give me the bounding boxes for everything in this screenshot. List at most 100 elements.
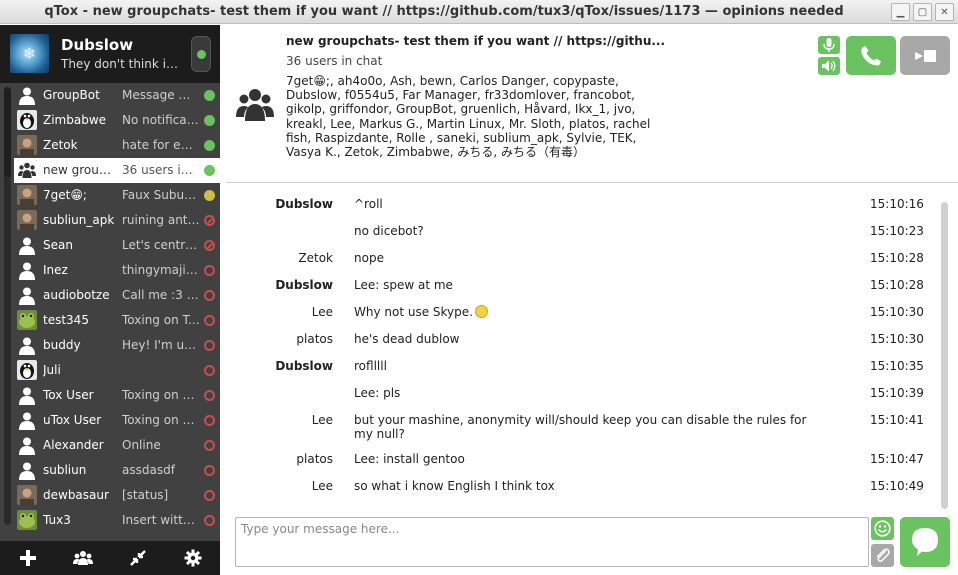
status-offline-icon xyxy=(204,340,215,351)
message-timestamp: 15:10:30 xyxy=(870,305,924,319)
message-text-content: Lee: install gentoo xyxy=(354,452,465,466)
settings-button[interactable] xyxy=(178,543,208,573)
contact-item[interactable]: buddy Hey! I'm using Tox xyxy=(14,333,220,358)
add-friend-button[interactable] xyxy=(13,543,43,573)
message-text-content: ^roll xyxy=(354,197,383,211)
contact-item[interactable]: Tox User Toxing on uTox xyxy=(14,383,220,408)
status-online-icon xyxy=(204,165,215,176)
contact-status-message: thingymajigger xyxy=(122,263,200,277)
file-transfers-button[interactable] xyxy=(123,543,153,573)
message-timestamp: 15:10:35 xyxy=(870,359,924,373)
group-icon xyxy=(72,551,93,565)
contact-name: Tox User xyxy=(43,388,94,402)
contact-item[interactable]: Zimbabwe No notifications xyxy=(14,108,220,133)
plus-icon xyxy=(19,550,36,566)
contact-list: GroupBot Message me for invites Zimbabwe No… xyxy=(14,83,220,533)
sidebar-toolbar xyxy=(0,541,220,575)
smiley-icon xyxy=(874,520,891,537)
microphone-button[interactable] xyxy=(818,36,840,54)
contact-status-message: 36 users in chat xyxy=(122,163,200,177)
snowflake-icon: ❄ xyxy=(22,44,37,63)
status-button[interactable] xyxy=(191,36,211,72)
message-author[interactable]: Dubslow xyxy=(275,359,333,373)
status-offline-icon xyxy=(204,265,215,276)
message-timestamp: 15:10:16 xyxy=(870,197,924,211)
contact-status-message: [status] xyxy=(122,488,169,502)
contact-status-message: assdasdf xyxy=(122,463,175,477)
message-author[interactable]: platos xyxy=(296,332,333,346)
contact-item[interactable]: subliun assdasdf xyxy=(14,458,220,483)
message-author[interactable]: Lee xyxy=(312,413,333,427)
message-input[interactable] xyxy=(235,517,869,567)
tux-avatar xyxy=(17,360,37,380)
message-text: Lee: install gentoo xyxy=(354,446,820,471)
message-text-content: roflllll xyxy=(354,359,387,373)
contact-item[interactable]: Zetok hate for email xyxy=(14,133,220,158)
message-author[interactable]: platos xyxy=(296,452,333,466)
message-text-content: he's dead dublow xyxy=(354,332,460,346)
contact-item[interactable]: audiobotze Call me :3 - info xyxy=(14,283,220,308)
message-author[interactable]: Zetok xyxy=(298,251,333,265)
contact-item[interactable]: Juli xyxy=(14,358,220,383)
contact-status-message: Toxing on uTox xyxy=(122,388,200,402)
contact-name: audiobotze xyxy=(43,288,110,302)
minimize-button[interactable]: ▁ xyxy=(891,3,910,21)
profile-name[interactable]: Dubslow xyxy=(61,36,133,54)
profile-status-message[interactable]: They don't think it be like it is, but i… xyxy=(61,57,181,71)
contact-list-scrollbar-thumb[interactable] xyxy=(4,87,11,177)
message-author[interactable]: Lee xyxy=(312,305,333,319)
contact-item[interactable]: Tux3 Insert witty status xyxy=(14,508,220,533)
photo-avatar xyxy=(17,185,37,205)
message-author[interactable]: Dubslow xyxy=(275,197,333,211)
message-row: platos he's dead dublow 15:10:30 xyxy=(220,326,940,353)
status-online-icon xyxy=(204,115,215,126)
profile-avatar[interactable]: ❄ xyxy=(10,34,49,73)
person-icon xyxy=(17,385,37,405)
message-scrollbar-thumb[interactable] xyxy=(941,202,948,509)
contact-name: dewbasaur xyxy=(43,488,109,502)
contact-name: Tux3 xyxy=(43,513,71,527)
message-text-content: but your mashine, anonymity will/should … xyxy=(354,413,807,441)
contact-item[interactable]: test345 Toxing on Toxic xyxy=(14,308,220,333)
close-button[interactable]: ✕ xyxy=(935,3,954,21)
contact-item[interactable]: uTox User Toxing on uTox xyxy=(14,408,220,433)
contact-item[interactable]: new groupc… 36 users in chat xyxy=(14,158,220,183)
call-button[interactable] xyxy=(846,36,896,75)
contact-item[interactable]: Sean Let's centralize tox xyxy=(14,233,220,258)
contact-status-message: Message me for invites xyxy=(122,88,200,102)
attach-file-button[interactable] xyxy=(871,544,894,567)
contact-item[interactable]: Alexander Online xyxy=(14,433,220,458)
message-text: Lee: pls xyxy=(354,380,820,405)
contact-item[interactable]: Inez thingymajigger xyxy=(14,258,220,283)
contact-item[interactable]: dewbasaur [status] xyxy=(14,483,220,508)
status-offline-icon xyxy=(204,515,215,526)
transfer-arrows-icon xyxy=(129,550,146,566)
contact-item[interactable]: 7get😁; Faux Suburbia xyxy=(14,183,220,208)
contact-name: uTox User xyxy=(43,413,102,427)
status-online-icon xyxy=(204,90,215,101)
video-call-button[interactable] xyxy=(900,36,950,75)
message-row: Dubslow ^roll 15:10:16 xyxy=(220,191,940,218)
message-author[interactable]: Lee xyxy=(312,479,333,493)
person-icon xyxy=(17,460,37,480)
group-icon xyxy=(236,89,274,121)
send-button[interactable] xyxy=(900,517,950,567)
message-row: Lee so what i know English I think tox 15:… xyxy=(220,473,940,500)
status-online-icon xyxy=(197,50,206,59)
message-author[interactable]: Dubslow xyxy=(275,278,333,292)
message-timestamp: 15:10:39 xyxy=(870,386,924,400)
message-row: Lee Why not use Skype. 15:10:30 xyxy=(220,299,940,326)
message-text: Why not use Skype. xyxy=(354,299,820,324)
message-timestamp: 15:10:28 xyxy=(870,278,924,292)
window-titlebar: qTox - new groupchats- test them if you … xyxy=(0,0,958,24)
create-group-button[interactable] xyxy=(68,543,98,573)
message-timestamp: 15:10:30 xyxy=(870,332,924,346)
status-offline-icon xyxy=(204,315,215,326)
chat-title[interactable]: new groupchats- test them if you want //… xyxy=(286,34,671,48)
contact-item[interactable]: GroupBot Message me for invites xyxy=(14,83,220,108)
maximize-button[interactable]: ▢ xyxy=(913,3,932,21)
person-icon xyxy=(17,410,37,430)
contact-item[interactable]: subliun_apk ruining antox xyxy=(14,208,220,233)
speaker-button[interactable] xyxy=(818,57,840,75)
emoji-button[interactable] xyxy=(871,517,894,540)
